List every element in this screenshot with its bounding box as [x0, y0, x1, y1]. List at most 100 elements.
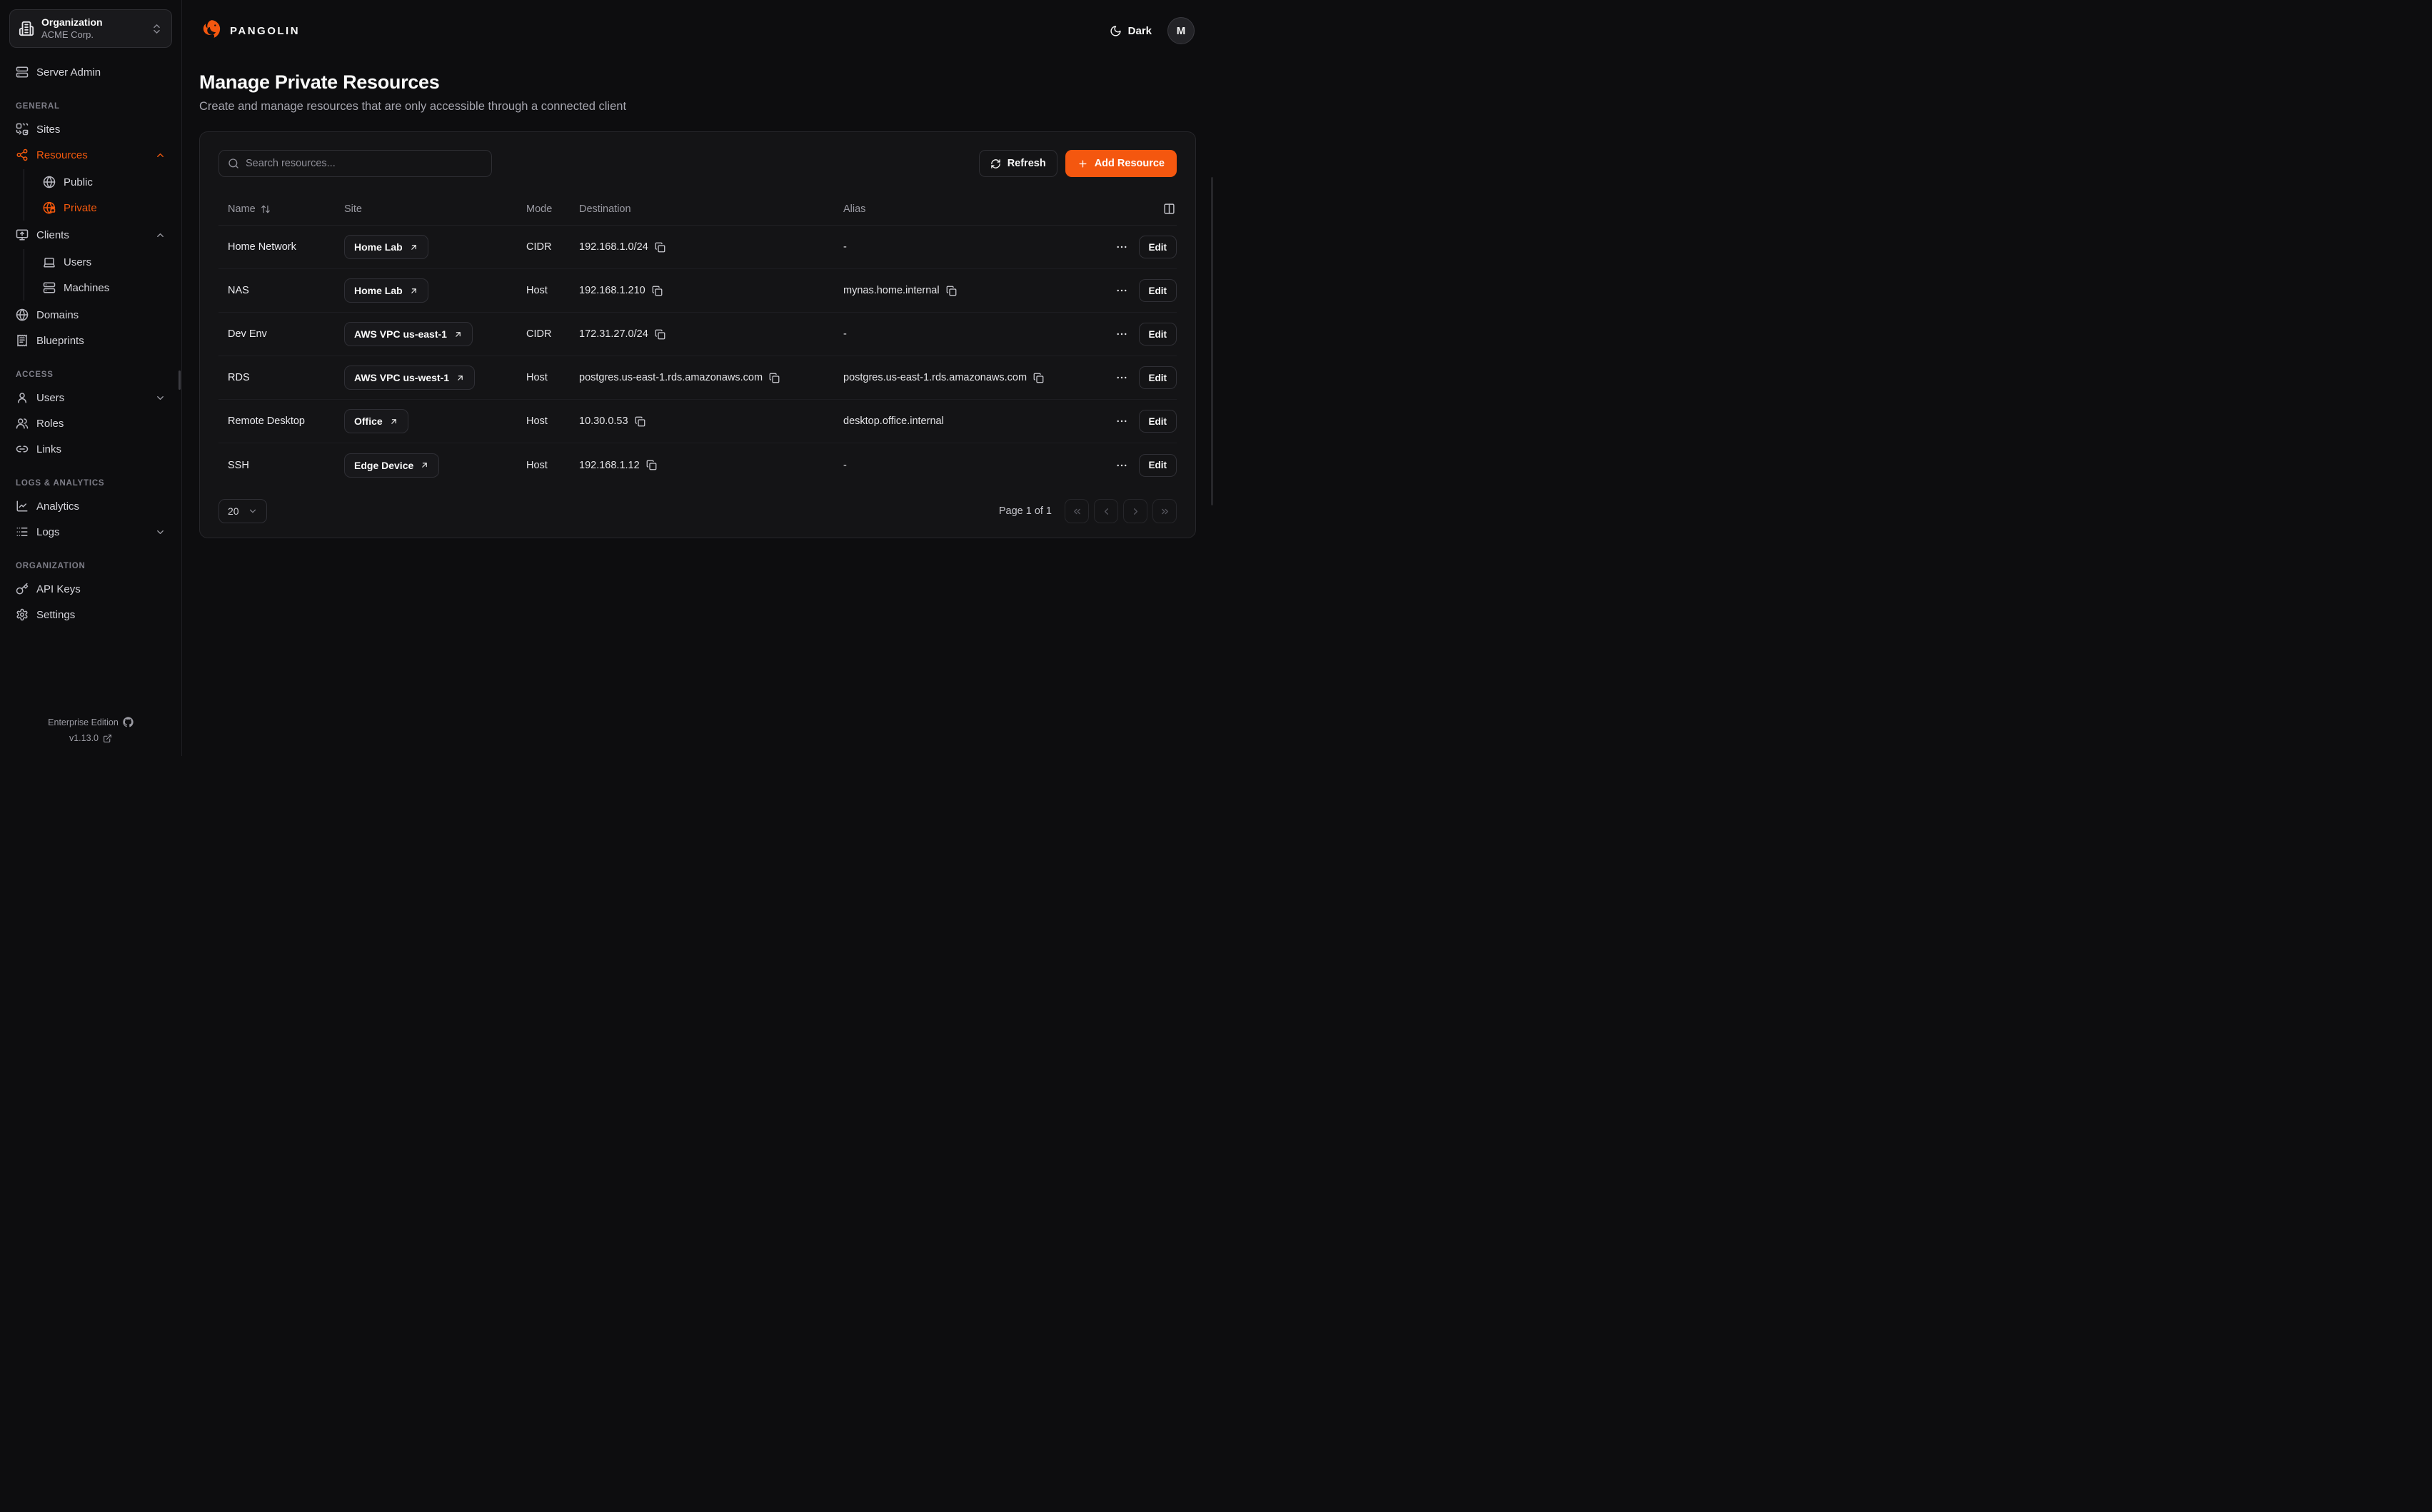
chevron-up-icon — [155, 150, 166, 161]
sidebar-item-resources[interactable]: Resources — [9, 142, 172, 168]
cell-mode: CIDR — [517, 241, 570, 253]
page-subtitle: Create and manage resources that are onl… — [199, 100, 1195, 114]
server-icon — [43, 281, 56, 294]
link-icon — [16, 443, 29, 455]
edition-label: Enterprise Edition — [48, 717, 119, 727]
sidebar-item-blueprints[interactable]: Blueprints — [9, 328, 172, 353]
combine-icon — [16, 123, 29, 136]
cell-row-menu — [1091, 281, 1131, 300]
avatar[interactable]: M — [1167, 17, 1195, 44]
sidebar-item-users[interactable]: Users — [9, 385, 172, 410]
plus-icon — [1077, 158, 1088, 169]
cell-name: NAS — [218, 285, 335, 296]
arrow-up-right-icon — [420, 460, 429, 470]
add-resource-button[interactable]: Add Resource — [1065, 150, 1177, 177]
cell-site: Office — [335, 409, 517, 433]
site-link-chip[interactable]: Edge Device — [344, 453, 439, 478]
cell-edit: Edit — [1131, 454, 1177, 477]
copy-destination-button[interactable] — [655, 329, 665, 340]
brand-logo[interactable]: PANGOLIN — [199, 19, 300, 43]
sidebar-item-roles[interactable]: Roles — [9, 410, 172, 436]
github-icon[interactable] — [123, 717, 134, 727]
row-menu-button[interactable] — [1112, 325, 1131, 343]
copy-alias-button[interactable] — [946, 286, 957, 296]
table-row: NAS Home Lab Host 192.168.1.210 mynas.ho… — [218, 269, 1177, 313]
copy-destination-button[interactable] — [769, 373, 780, 383]
sidebar-item-logs[interactable]: Logs — [9, 519, 172, 545]
edit-button[interactable]: Edit — [1139, 279, 1177, 302]
cell-destination: 172.31.27.0/24 — [570, 328, 834, 340]
cell-row-menu — [1091, 456, 1131, 475]
table-header-row: Name Site Mode Destination Alias — [218, 193, 1177, 226]
sidebar-item-machines[interactable]: Machines — [29, 275, 172, 301]
sidebar-item-client-users[interactable]: Users — [29, 249, 172, 275]
site-link-chip[interactable]: AWS VPC us-east-1 — [344, 322, 473, 346]
column-header-name[interactable]: Name — [218, 203, 335, 215]
sort-icon[interactable] — [261, 204, 271, 214]
sidebar-item-links[interactable]: Links — [9, 436, 172, 462]
row-menu-button[interactable] — [1112, 456, 1131, 475]
cell-alias: postgres.us-east-1.rds.amazonaws.com — [834, 372, 1091, 383]
cell-destination: 10.30.0.53 — [570, 415, 834, 427]
copy-destination-button[interactable] — [646, 460, 657, 470]
sidebar-item-settings[interactable]: Settings — [9, 602, 172, 628]
cell-name: Remote Desktop — [218, 415, 335, 427]
copy-destination-button[interactable] — [655, 242, 665, 253]
sidebar-item-api-keys[interactable]: API Keys — [9, 576, 172, 602]
row-menu-button[interactable] — [1112, 238, 1131, 256]
cell-name: RDS — [218, 372, 335, 383]
edit-button[interactable]: Edit — [1139, 366, 1177, 389]
cell-destination: 192.168.1.210 — [570, 285, 834, 296]
row-menu-button[interactable] — [1112, 412, 1131, 430]
edit-button[interactable]: Edit — [1139, 236, 1177, 258]
column-header-alias: Alias — [834, 203, 1091, 215]
sidebar-item-private[interactable]: Private — [29, 195, 172, 221]
cell-alias: - — [834, 241, 1091, 253]
site-link-chip[interactable]: AWS VPC us-west-1 — [344, 366, 475, 390]
search-input[interactable] — [246, 158, 483, 169]
table-row: Home Network Home Lab CIDR 192.168.1.0/2… — [218, 226, 1177, 269]
sidebar-scrollbar-thumb[interactable] — [179, 371, 181, 390]
sidebar-item-domains[interactable]: Domains — [9, 302, 172, 328]
site-link-chip[interactable]: Home Lab — [344, 278, 428, 303]
sidebar-item-server-admin[interactable]: Server Admin — [9, 59, 172, 85]
copy-alias-button[interactable] — [1033, 373, 1044, 383]
copy-destination-button[interactable] — [635, 416, 645, 427]
org-switcher-label: Organization — [41, 16, 144, 29]
column-header-mode: Mode — [517, 203, 570, 215]
site-link-chip[interactable]: Home Lab — [344, 235, 428, 259]
prev-page-button[interactable] — [1094, 499, 1118, 523]
sidebar-item-public[interactable]: Public — [29, 169, 172, 195]
cell-alias: desktop.office.internal — [834, 415, 1091, 427]
site-link-chip[interactable]: Office — [344, 409, 408, 433]
sidebar-item-clients[interactable]: Clients — [9, 222, 172, 248]
column-visibility-button[interactable] — [1131, 203, 1177, 215]
external-link-icon[interactable] — [103, 734, 112, 743]
edit-button[interactable]: Edit — [1139, 454, 1177, 477]
search-box[interactable] — [218, 150, 492, 177]
building-icon — [19, 21, 34, 36]
last-page-button[interactable] — [1152, 499, 1177, 523]
org-switcher[interactable]: Organization ACME Corp. — [9, 9, 172, 48]
edit-button[interactable]: Edit — [1139, 323, 1177, 346]
refresh-icon — [990, 158, 1001, 169]
refresh-button[interactable]: Refresh — [979, 150, 1057, 177]
row-menu-button[interactable] — [1112, 368, 1131, 387]
row-menu-button[interactable] — [1112, 281, 1131, 300]
next-page-button[interactable] — [1123, 499, 1147, 523]
edit-button[interactable]: Edit — [1139, 410, 1177, 433]
cell-edit: Edit — [1131, 410, 1177, 433]
page-scrollbar-thumb[interactable] — [1211, 177, 1213, 505]
sidebar-footer: Enterprise Edition v1.13.0 — [9, 711, 172, 747]
sidebar-item-sites[interactable]: Sites — [9, 116, 172, 142]
cell-site: Home Lab — [335, 235, 517, 259]
theme-toggle[interactable]: Dark — [1110, 25, 1152, 37]
cell-site: AWS VPC us-west-1 — [335, 366, 517, 390]
copy-destination-button[interactable] — [652, 286, 663, 296]
cell-destination: postgres.us-east-1.rds.amazonaws.com — [570, 372, 834, 383]
sidebar-item-analytics[interactable]: Analytics — [9, 493, 172, 519]
section-label-general: GENERAL — [16, 102, 172, 111]
page-size-select[interactable]: 20 — [218, 499, 267, 523]
first-page-button[interactable] — [1065, 499, 1089, 523]
clients-subgroup: Users Machines — [24, 249, 172, 301]
